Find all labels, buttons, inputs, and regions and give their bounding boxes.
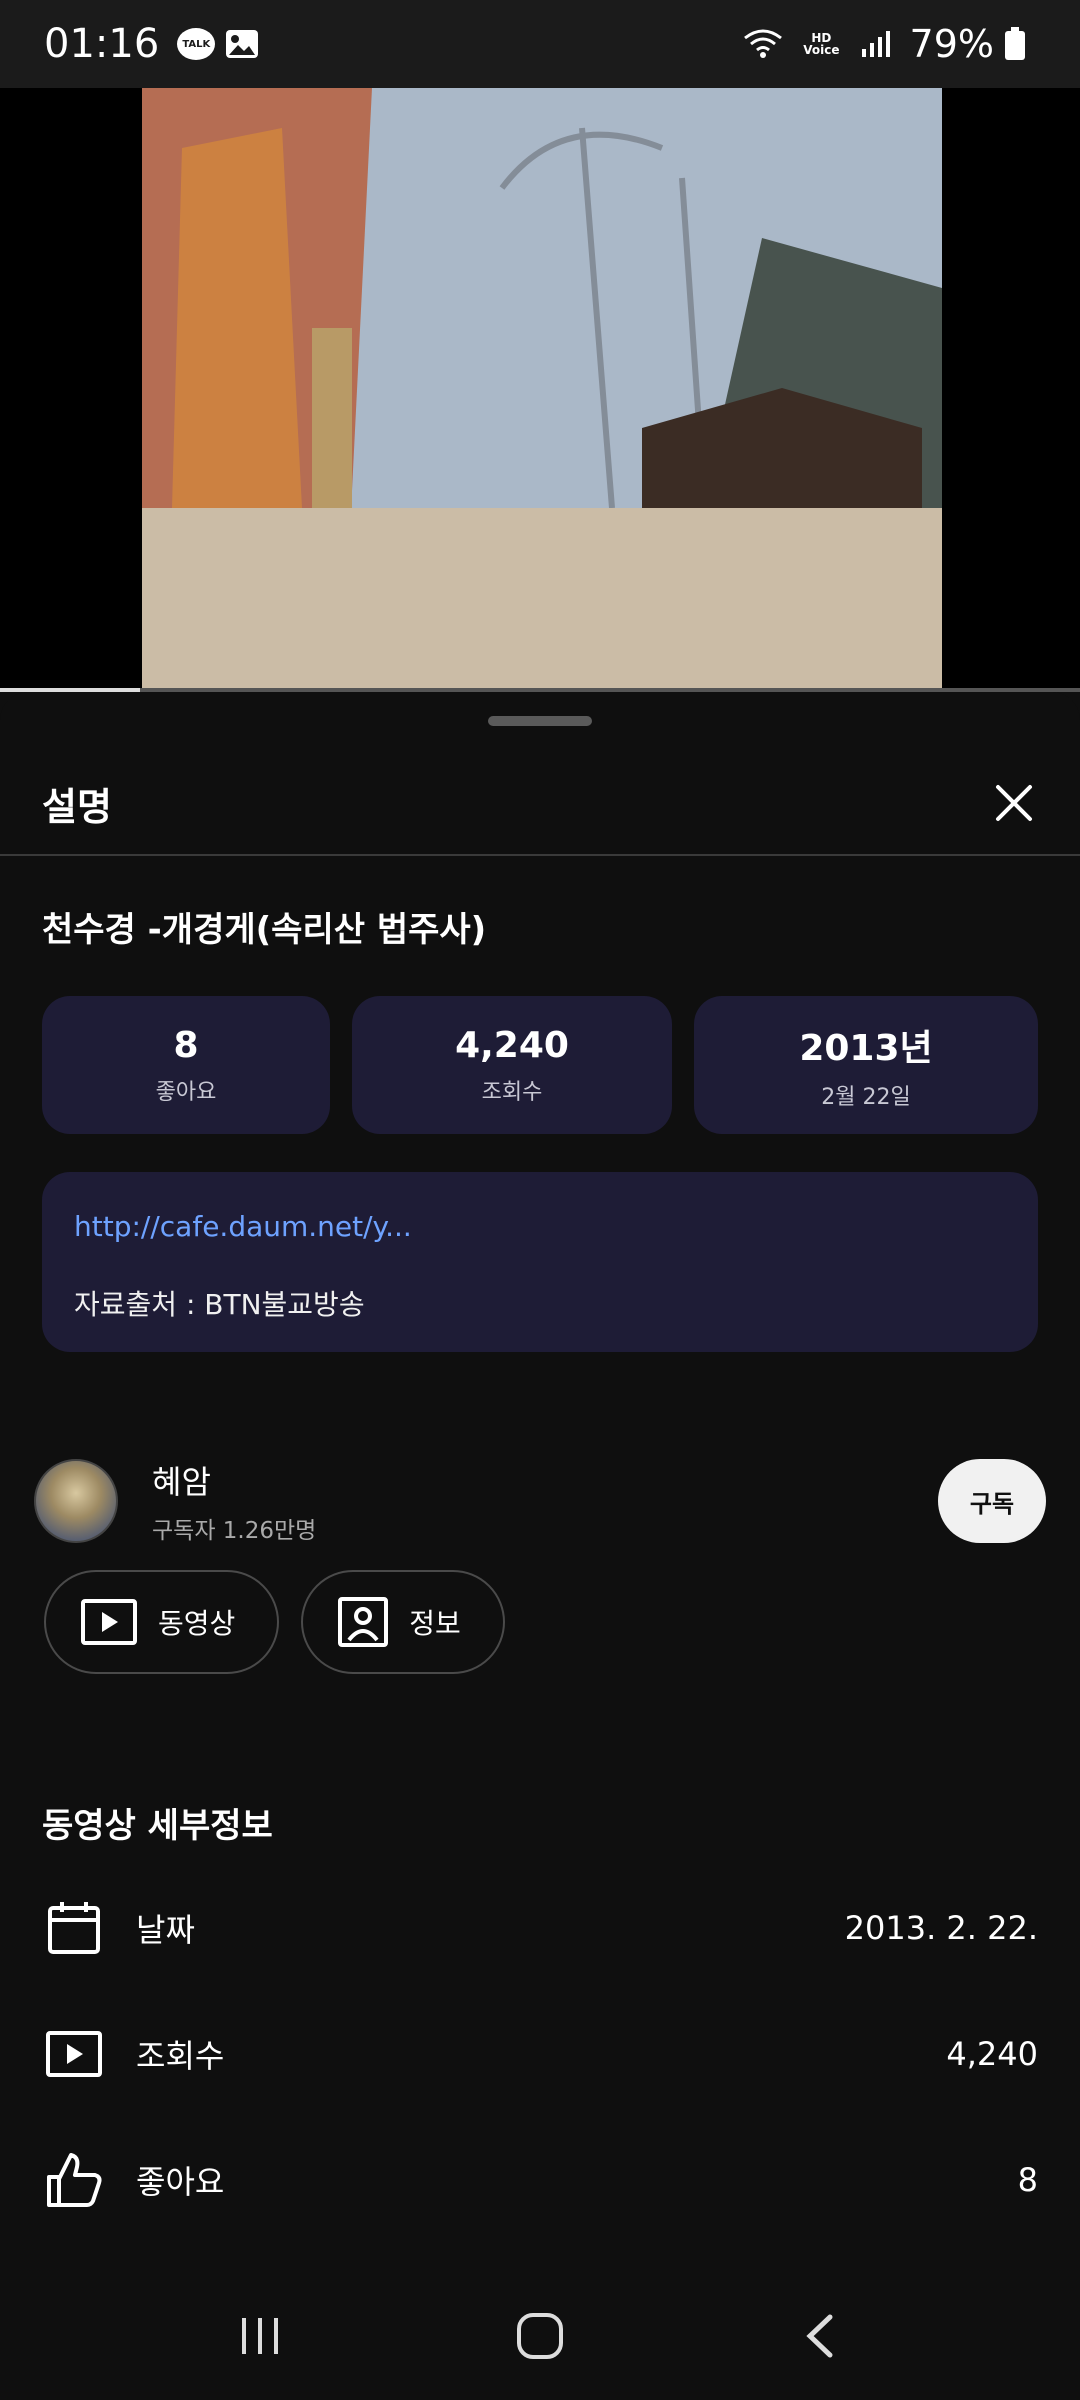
- channel-row[interactable]: 혜암 구독자 1.26만명 구독: [34, 1456, 1046, 1546]
- channel-avatar[interactable]: [34, 1459, 118, 1543]
- stat-likes-value: 8: [173, 1024, 199, 1066]
- detail-views-label: 조회수: [136, 2037, 225, 2075]
- kakaotalk-icon: TALK: [177, 28, 216, 60]
- stat-date: 2013년 2월 22일: [694, 996, 1038, 1134]
- detail-row-date: 날짜 2013. 2. 22.: [42, 1888, 1038, 1968]
- back-button[interactable]: [780, 2296, 860, 2376]
- description-box: http://cafe.daum.net/y... 자료출처 : BTN불교방송: [42, 1172, 1038, 1352]
- talk-badge: TALK: [177, 28, 216, 60]
- calendar-icon: [42, 1896, 106, 1960]
- profile-icon: [338, 1597, 389, 1647]
- battery-icon: [1004, 27, 1026, 61]
- channel-subscribers: 구독자 1.26만명: [152, 1518, 317, 1544]
- video-frame[interactable]: [142, 88, 942, 692]
- battery-percent: 79%: [909, 22, 994, 66]
- stat-views: 4,240 조회수: [352, 996, 672, 1134]
- status-time: 01:16: [44, 21, 160, 67]
- detail-date-value: 2013. 2. 22.: [844, 1909, 1038, 1947]
- channel-name[interactable]: 혜암: [152, 1457, 316, 1503]
- stat-date-value: 2013년: [799, 1028, 933, 1069]
- detail-likes-label: 좋아요: [136, 2163, 225, 2201]
- stat-date-label: 2월 22일: [821, 1085, 911, 1110]
- sheet-drag-handle[interactable]: [488, 716, 592, 726]
- description-sheet: 설명 천수경 -개경게(속리산 법주사) 8 좋아요 4,240 조회수 201…: [0, 692, 1080, 2272]
- wifi-icon: [743, 28, 783, 60]
- play-box-icon: [81, 1599, 137, 1645]
- subscribe-button[interactable]: 구독: [938, 1459, 1046, 1543]
- close-icon: [996, 785, 1032, 821]
- videos-chip-label: 동영상: [158, 1607, 236, 1640]
- detail-row-views: 조회수 4,240: [42, 2014, 1038, 2094]
- back-icon: [806, 2314, 833, 2358]
- detail-likes-value: 8: [1017, 2161, 1038, 2199]
- signal-icon: [860, 29, 890, 59]
- about-chip-label: 정보: [409, 1607, 461, 1640]
- about-chip[interactable]: 정보: [301, 1570, 505, 1674]
- recent-apps-icon: [242, 2318, 278, 2354]
- videos-chip[interactable]: 동영상: [44, 1570, 280, 1674]
- detail-row-likes: 좋아요 8: [42, 2140, 1038, 2220]
- details-section-title: 동영상 세부정보: [42, 1806, 273, 1846]
- description-link[interactable]: http://cafe.daum.net/y...: [74, 1210, 1006, 1243]
- status-right: HD Voice 79%: [743, 22, 1036, 66]
- hd-voice-icon: HD Voice: [803, 31, 840, 57]
- play-box-icon: [42, 2022, 106, 2086]
- video-title: 천수경 -개경게(속리산 법주사): [42, 910, 487, 950]
- gallery-icon: [225, 29, 259, 59]
- stat-likes-label: 좋아요: [155, 1079, 217, 1105]
- detail-views-value: 4,240: [946, 2035, 1038, 2073]
- stats-row: 8 좋아요 4,240 조회수 2013년 2월 22일: [42, 996, 1038, 1134]
- home-button[interactable]: [500, 2296, 580, 2376]
- home-icon: [517, 2313, 563, 2359]
- recent-apps-button[interactable]: [220, 2296, 300, 2376]
- detail-date-label: 날짜: [136, 1911, 195, 1949]
- status-bar: 01:16 TALK HD Voice 79%: [0, 0, 1080, 88]
- channel-chip-row: 동영상 정보: [44, 1570, 505, 1674]
- stat-views-label: 조회수: [481, 1079, 543, 1105]
- sheet-title: 설명: [42, 784, 112, 829]
- thumbs-up-icon: [42, 2148, 106, 2212]
- sheet-header: 설명: [0, 752, 1080, 856]
- video-thumbnail-image: [142, 88, 942, 692]
- description-text: 자료출처 : BTN불교방송: [74, 1288, 365, 1321]
- stat-likes: 8 좋아요: [42, 996, 330, 1134]
- stat-views-value: 4,240: [455, 1024, 569, 1066]
- close-button[interactable]: [990, 779, 1038, 827]
- video-player[interactable]: [0, 88, 1080, 692]
- system-nav-bar: [0, 2272, 1080, 2400]
- channel-info[interactable]: 혜암 구독자 1.26만명: [152, 1457, 316, 1545]
